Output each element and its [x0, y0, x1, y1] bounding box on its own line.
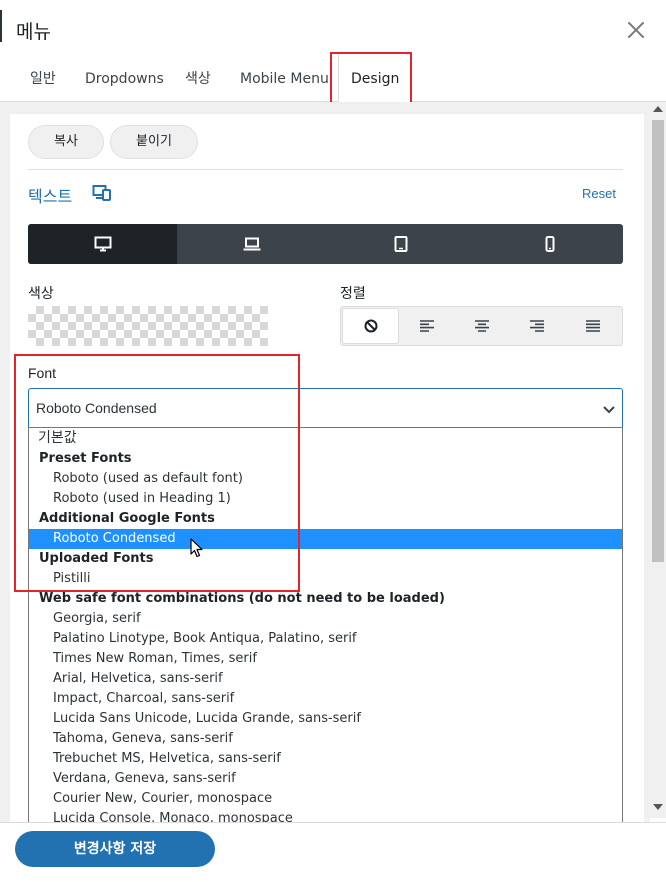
- font-option[interactable]: Courier New, Courier, monospace: [29, 789, 622, 809]
- reset-link[interactable]: Reset: [582, 186, 616, 201]
- color-label: 색상: [28, 286, 54, 302]
- none-icon: [364, 319, 377, 333]
- text-section-title: 텍스트: [28, 187, 73, 206]
- font-option[interactable]: Verdana, Geneva, sans-serif: [29, 769, 622, 789]
- align-left-icon: [419, 320, 434, 332]
- modal-header: 메뉴: [0, 0, 666, 54]
- align-right-button[interactable]: [509, 309, 564, 343]
- font-option-default[interactable]: 기본값: [29, 428, 622, 448]
- responsive-devices-icon[interactable]: [92, 184, 112, 202]
- font-option[interactable]: Lucida Sans Unicode, Lucida Grande, sans…: [29, 709, 622, 729]
- font-group-websafe: Web safe font combinations (do not need …: [39, 591, 445, 606]
- device-laptop-button[interactable]: [177, 224, 326, 264]
- copy-button[interactable]: 복사: [28, 125, 104, 159]
- tab-dropdowns[interactable]: Dropdowns: [85, 54, 164, 102]
- font-option[interactable]: Times New Roman, Times, serif: [29, 649, 622, 669]
- close-icon[interactable]: [625, 19, 647, 41]
- font-option[interactable]: Arial, Helvetica, sans-serif: [29, 669, 622, 689]
- device-tablet-button[interactable]: [326, 224, 475, 264]
- align-right-icon: [529, 320, 544, 332]
- font-option[interactable]: Roboto (used in Heading 1): [29, 489, 622, 509]
- desktop-icon: [94, 236, 111, 252]
- font-option[interactable]: Impact, Charcoal, sans-serif: [29, 689, 622, 709]
- menu-modal: 메뉴 일반 Dropdowns 색상 Mobile Menu Design 복사…: [0, 0, 666, 882]
- device-desktop-button[interactable]: [28, 224, 177, 264]
- tab-colors[interactable]: 색상: [185, 54, 211, 102]
- font-option[interactable]: Georgia, serif: [29, 609, 622, 629]
- mobile-icon: [545, 236, 554, 252]
- tablet-icon: [394, 236, 407, 252]
- font-group-google: Additional Google Fonts: [39, 511, 215, 526]
- modal-title: 메뉴: [16, 21, 51, 43]
- align-justify-button[interactable]: [565, 309, 620, 343]
- tab-design[interactable]: Design: [338, 54, 413, 103]
- save-changes-button[interactable]: 변경사항 저장: [15, 831, 215, 867]
- chevron-down-icon[interactable]: [602, 402, 616, 414]
- align-justify-icon: [585, 320, 600, 332]
- scroll-up-arrow-icon[interactable]: [653, 106, 663, 112]
- font-group-uploaded: Uploaded Fonts: [39, 551, 154, 566]
- header-rule: [0, 10, 2, 42]
- scrollbar-thumb[interactable]: [652, 120, 664, 562]
- font-option[interactable]: Pistilli: [29, 569, 622, 589]
- font-option-selected[interactable]: Roboto Condensed: [29, 529, 622, 549]
- paste-button[interactable]: 붙이기: [110, 125, 198, 159]
- section-divider: [28, 169, 623, 170]
- font-option[interactable]: Roboto (used as default font): [29, 469, 622, 489]
- device-switcher: [28, 224, 623, 264]
- font-dropdown-list[interactable]: 기본값 Preset Fonts Roboto (used as default…: [28, 427, 623, 829]
- align-center-button[interactable]: [454, 309, 509, 343]
- font-option[interactable]: Tahoma, Geneva, sans-serif: [29, 729, 622, 749]
- alignment-label: 정렬: [340, 286, 366, 302]
- scroll-down-arrow-icon[interactable]: [653, 804, 663, 810]
- font-option[interactable]: Palatino Linotype, Book Antiqua, Palatin…: [29, 629, 622, 649]
- alignment-group: [340, 306, 623, 346]
- font-select[interactable]: Roboto Condensed: [28, 388, 623, 428]
- tab-bar: 일반 Dropdowns 색상 Mobile Menu Design: [0, 54, 666, 103]
- tab-mobile-menu[interactable]: Mobile Menu: [240, 54, 329, 102]
- font-option[interactable]: Trebuchet MS, Helvetica, sans-serif: [29, 749, 622, 769]
- color-picker-swatch[interactable]: [28, 306, 268, 346]
- font-group-preset: Preset Fonts: [39, 451, 132, 466]
- tab-general[interactable]: 일반: [30, 54, 56, 102]
- device-mobile-button[interactable]: [475, 224, 623, 264]
- laptop-icon: [243, 237, 260, 251]
- align-center-icon: [474, 320, 489, 332]
- align-left-button[interactable]: [399, 309, 454, 343]
- align-none-button[interactable]: [343, 309, 398, 343]
- font-label: Font: [28, 365, 57, 381]
